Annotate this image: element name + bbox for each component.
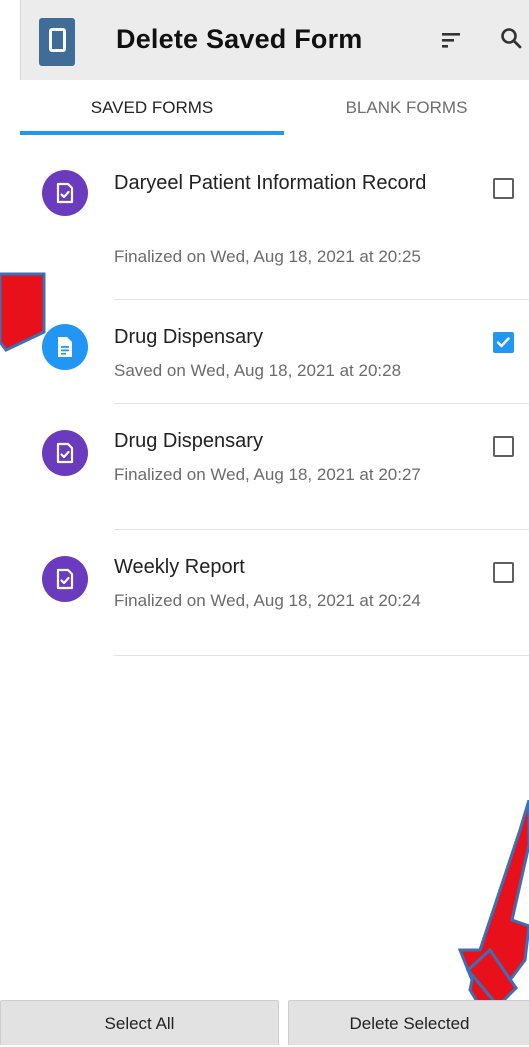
form-title: Drug Dispensary <box>114 326 263 348</box>
delete-selected-button[interactable]: Delete Selected <box>288 1000 529 1045</box>
form-title: Daryeel Patient Information Record <box>114 172 427 194</box>
finalized-form-icon <box>42 170 88 216</box>
search-icon[interactable] <box>499 26 523 50</box>
tab-blank-forms[interactable]: BLANK FORMS <box>284 80 529 136</box>
list-item[interactable]: Drug Dispensary Finalized on Wed, Aug 18… <box>20 404 529 530</box>
list-item[interactable]: Weekly Report Finalized on Wed, Aug 18, … <box>20 530 529 656</box>
check-icon <box>496 337 510 348</box>
app-toolbar: Delete Saved Form <box>20 0 529 80</box>
finalized-form-icon <box>42 556 88 602</box>
tab-saved-forms[interactable]: SAVED FORMS <box>20 80 284 136</box>
form-title: Weekly Report <box>114 556 245 578</box>
select-all-button[interactable]: Select All <box>0 1000 279 1045</box>
form-checkbox-checked[interactable] <box>493 332 514 353</box>
form-checkbox[interactable] <box>493 436 514 457</box>
form-subtitle: Finalized on Wed, Aug 18, 2021 at 20:25 <box>114 247 421 266</box>
annotation-arrow-left-icon <box>0 272 46 352</box>
sort-icon[interactable] <box>441 30 461 50</box>
tab-indicator <box>20 131 284 135</box>
form-title: Drug Dispensary <box>114 430 263 452</box>
app-logo-icon <box>39 18 75 66</box>
tab-bar: SAVED FORMS BLANK FORMS <box>20 80 529 136</box>
divider <box>114 655 529 656</box>
form-subtitle: Finalized on Wed, Aug 18, 2021 at 20:24 <box>114 591 421 610</box>
page-title: Delete Saved Form <box>116 24 363 54</box>
finalized-form-icon <box>42 430 88 476</box>
form-subtitle: Finalized on Wed, Aug 18, 2021 at 20:27 <box>114 465 421 484</box>
form-checkbox[interactable] <box>493 178 514 199</box>
list-item[interactable]: Daryeel Patient Information Record Final… <box>20 136 529 300</box>
form-checkbox[interactable] <box>493 562 514 583</box>
list-item[interactable]: Drug Dispensary Saved on Wed, Aug 18, 20… <box>20 300 529 404</box>
form-subtitle: Saved on Wed, Aug 18, 2021 at 20:28 <box>114 361 402 380</box>
